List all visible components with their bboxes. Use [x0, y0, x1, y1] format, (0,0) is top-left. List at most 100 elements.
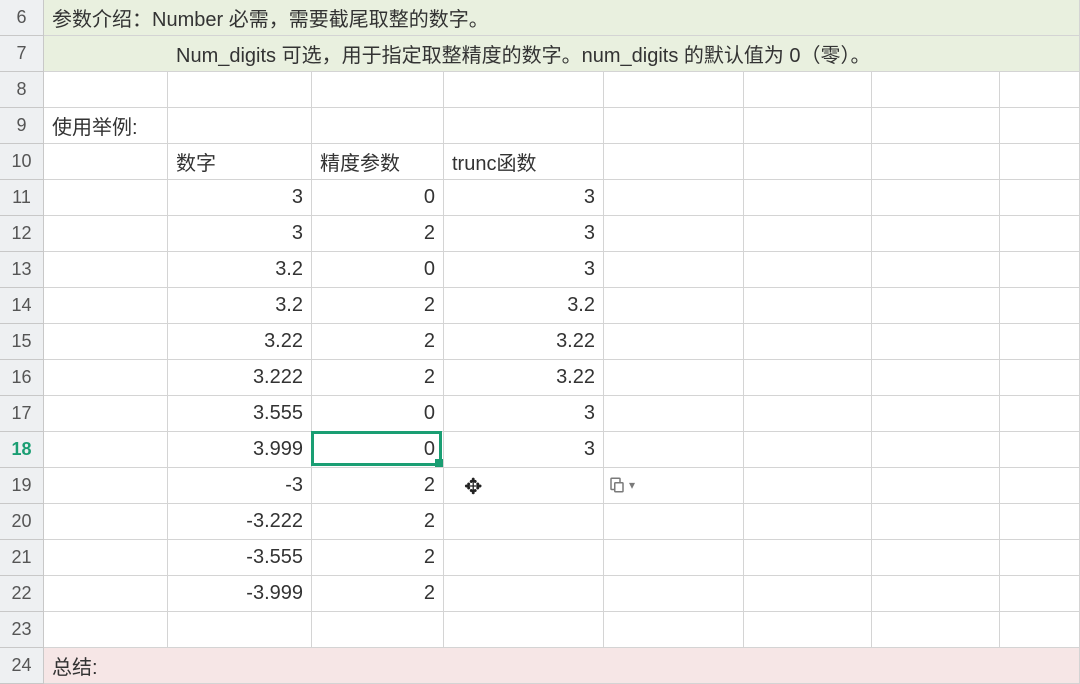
- cell-r16-c7[interactable]: [872, 360, 1000, 396]
- cell-r7-c1[interactable]: [44, 36, 168, 72]
- row-header-6[interactable]: 6: [0, 0, 44, 36]
- row-header-7[interactable]: 7: [0, 36, 44, 72]
- cell-r21-c2[interactable]: -3.555: [168, 540, 312, 576]
- cell-r11-c1[interactable]: [44, 180, 168, 216]
- cell-r23-c5[interactable]: [604, 612, 744, 648]
- cell-r21-c1[interactable]: [44, 540, 168, 576]
- row-header-24[interactable]: 24: [0, 648, 44, 684]
- cell-r12-c4[interactable]: 3: [444, 216, 604, 252]
- cell-r14-c5[interactable]: [604, 288, 744, 324]
- cell-r15-c6[interactable]: [744, 324, 872, 360]
- cell-r10-c7[interactable]: [872, 144, 1000, 180]
- cell-r24-c4[interactable]: [444, 648, 604, 684]
- cell-r11-c4[interactable]: 3: [444, 180, 604, 216]
- cell-r9-c8[interactable]: [1000, 108, 1080, 144]
- cell-r24-c8[interactable]: [1000, 648, 1080, 684]
- cell-r15-c4[interactable]: 3.22: [444, 324, 604, 360]
- cell-r23-c3[interactable]: [312, 612, 444, 648]
- cell-r20-c8[interactable]: [1000, 504, 1080, 540]
- cell-r17-c5[interactable]: [604, 396, 744, 432]
- cell-r11-c3[interactable]: 0: [312, 180, 444, 216]
- cell-r8-c4[interactable]: [444, 72, 604, 108]
- cell-r18-c7[interactable]: [872, 432, 1000, 468]
- cell-r24-c2[interactable]: [168, 648, 312, 684]
- cell-r13-c7[interactable]: [872, 252, 1000, 288]
- cell-r20-c3[interactable]: 2: [312, 504, 444, 540]
- cell-r8-c3[interactable]: [312, 72, 444, 108]
- cell-r8-c1[interactable]: [44, 72, 168, 108]
- cell-r10-c4[interactable]: trunc函数: [444, 144, 604, 180]
- cell-r14-c3[interactable]: 2: [312, 288, 444, 324]
- row-header-9[interactable]: 9: [0, 108, 44, 144]
- cell-r19-c8[interactable]: [1000, 468, 1080, 504]
- cell-r20-c5[interactable]: [604, 504, 744, 540]
- cell-r19-c4[interactable]: [444, 468, 604, 504]
- cell-r14-c2[interactable]: 3.2: [168, 288, 312, 324]
- cell-r12-c1[interactable]: [44, 216, 168, 252]
- cell-r13-c8[interactable]: [1000, 252, 1080, 288]
- cell-r10-c5[interactable]: [604, 144, 744, 180]
- cell-r9-c5[interactable]: [604, 108, 744, 144]
- row-header-20[interactable]: 20: [0, 504, 44, 540]
- cell-r13-c2[interactable]: 3.2: [168, 252, 312, 288]
- cell-r17-c2[interactable]: 3.555: [168, 396, 312, 432]
- cell-r9-c7[interactable]: [872, 108, 1000, 144]
- cell-r8-c2[interactable]: [168, 72, 312, 108]
- cell-r23-c2[interactable]: [168, 612, 312, 648]
- cell-r6-c8[interactable]: [1000, 0, 1080, 36]
- cell-r21-c5[interactable]: [604, 540, 744, 576]
- cell-r13-c4[interactable]: 3: [444, 252, 604, 288]
- cell-r10-c1[interactable]: [44, 144, 168, 180]
- cell-r24-c7[interactable]: [872, 648, 1000, 684]
- cell-r18-c4[interactable]: 3: [444, 432, 604, 468]
- row-header-18[interactable]: 18: [0, 432, 44, 468]
- cell-r15-c1[interactable]: [44, 324, 168, 360]
- cell-r21-c4[interactable]: [444, 540, 604, 576]
- cell-r20-c2[interactable]: -3.222: [168, 504, 312, 540]
- cell-r18-c3[interactable]: 0: [312, 432, 444, 468]
- cell-r8-c8[interactable]: [1000, 72, 1080, 108]
- cell-r11-c5[interactable]: [604, 180, 744, 216]
- cell-r17-c3[interactable]: 0: [312, 396, 444, 432]
- cell-r7-c8[interactable]: [1000, 36, 1080, 72]
- cell-r13-c6[interactable]: [744, 252, 872, 288]
- cell-r22-c2[interactable]: -3.999: [168, 576, 312, 612]
- cell-r20-c6[interactable]: [744, 504, 872, 540]
- row-header-11[interactable]: 11: [0, 180, 44, 216]
- row-header-13[interactable]: 13: [0, 252, 44, 288]
- row-header-14[interactable]: 14: [0, 288, 44, 324]
- cell-r6-c5[interactable]: [604, 0, 744, 36]
- cell-r17-c4[interactable]: 3: [444, 396, 604, 432]
- cell-r10-c6[interactable]: [744, 144, 872, 180]
- cell-r6-c1[interactable]: 参数介绍：Number 必需，需要截尾取整的数字。: [44, 0, 168, 36]
- cell-r21-c7[interactable]: [872, 540, 1000, 576]
- cell-r22-c5[interactable]: [604, 576, 744, 612]
- cell-r16-c2[interactable]: 3.222: [168, 360, 312, 396]
- row-header-15[interactable]: 15: [0, 324, 44, 360]
- cell-r22-c6[interactable]: [744, 576, 872, 612]
- cell-r14-c4[interactable]: 3.2: [444, 288, 604, 324]
- cell-r22-c1[interactable]: [44, 576, 168, 612]
- cell-r9-c2[interactable]: [168, 108, 312, 144]
- cell-r8-c5[interactable]: [604, 72, 744, 108]
- row-header-21[interactable]: 21: [0, 540, 44, 576]
- cell-r11-c7[interactable]: [872, 180, 1000, 216]
- cell-r20-c1[interactable]: [44, 504, 168, 540]
- cell-r16-c1[interactable]: [44, 360, 168, 396]
- cell-r22-c7[interactable]: [872, 576, 1000, 612]
- cell-r12-c7[interactable]: [872, 216, 1000, 252]
- cell-r12-c6[interactable]: [744, 216, 872, 252]
- cell-r9-c6[interactable]: [744, 108, 872, 144]
- cell-r21-c8[interactable]: [1000, 540, 1080, 576]
- cell-r18-c5[interactable]: [604, 432, 744, 468]
- cell-r16-c6[interactable]: [744, 360, 872, 396]
- cell-r21-c3[interactable]: 2: [312, 540, 444, 576]
- cell-r17-c6[interactable]: [744, 396, 872, 432]
- cell-r24-c5[interactable]: [604, 648, 744, 684]
- row-header-22[interactable]: 22: [0, 576, 44, 612]
- cell-r19-c2[interactable]: -3: [168, 468, 312, 504]
- cell-r15-c7[interactable]: [872, 324, 1000, 360]
- cell-r23-c7[interactable]: [872, 612, 1000, 648]
- cell-r12-c2[interactable]: 3: [168, 216, 312, 252]
- cell-r18-c2[interactable]: 3.999: [168, 432, 312, 468]
